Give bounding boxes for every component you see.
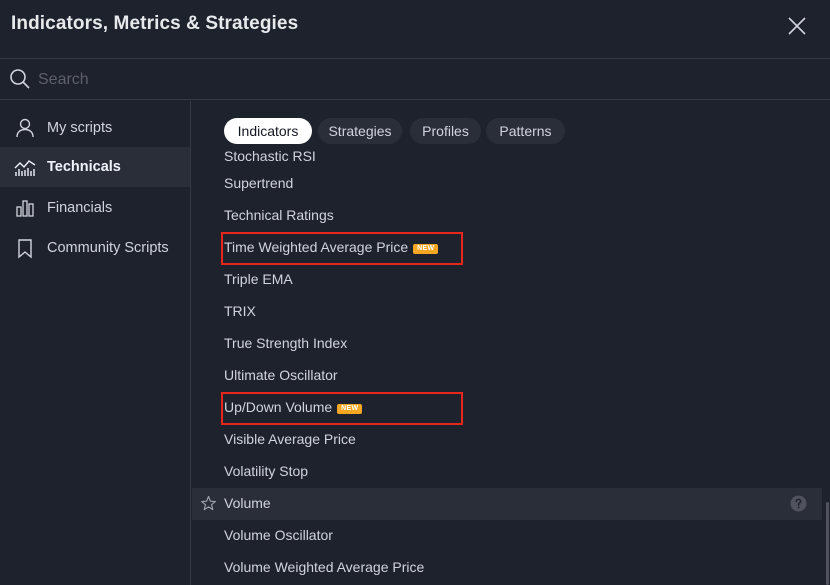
tab-strategies[interactable]: Strategies (318, 118, 402, 144)
user-icon (16, 118, 34, 138)
list-item-visible-average-price[interactable]: Visible Average Price (192, 424, 822, 456)
category-tabs: Indicators Strategies Profiles Patterns (192, 101, 830, 149)
sidebar: My scripts Technicals Financials Communi… (0, 101, 191, 585)
list-item-label: Technical Ratings (224, 207, 334, 223)
list-item-ultimate-oscillator[interactable]: Ultimate Oscillator (192, 360, 822, 392)
sidebar-item-my-scripts[interactable]: My scripts (0, 108, 190, 148)
list-item-name: Time Weighted Average Price (224, 239, 409, 255)
list-item-label: Ultimate Oscillator (224, 367, 338, 383)
new-badge: NEW (413, 244, 439, 254)
list-item-trix[interactable]: TRIX (192, 296, 822, 328)
list-item-time-weighted-average-price[interactable]: Time Weighted Average Price NEW (192, 232, 822, 264)
search-input[interactable] (38, 68, 798, 92)
tab-indicators[interactable]: Indicators (224, 118, 312, 144)
list-item-supertrend[interactable]: Supertrend (192, 168, 822, 200)
list-item-label: Volume Weighted Average Price (224, 559, 425, 575)
tab-patterns[interactable]: Patterns (486, 118, 565, 144)
list-item-label: True Strength Index (224, 335, 348, 351)
search-icon (10, 69, 30, 89)
list-item-volume-oscillator[interactable]: Volume Oscillator (192, 520, 822, 552)
list-item-label: Volatility Stop (224, 463, 309, 479)
list-item-up-down-volume[interactable]: Up/Down Volume NEW (192, 392, 822, 424)
star-icon[interactable] (200, 495, 217, 512)
list-item-label: TRIX (224, 303, 256, 319)
sidebar-item-label: Financials (47, 200, 113, 216)
dialog-title: Indicators, Metrics & Strategies (11, 13, 299, 34)
sidebar-item-community-scripts[interactable]: Community Scripts (0, 228, 190, 268)
sidebar-item-financials[interactable]: Financials (0, 188, 190, 228)
list-item-triple-ema[interactable]: Triple EMA (192, 264, 822, 296)
list-item-label: Up/Down Volume NEW (224, 399, 363, 415)
scrollbar[interactable] (826, 502, 829, 585)
sidebar-item-label: My scripts (47, 120, 113, 136)
list-item-volume-weighted-average-price[interactable]: Volume Weighted Average Price (192, 552, 822, 584)
list-item-technical-ratings[interactable]: Technical Ratings (192, 200, 822, 232)
list-item-label: Stochastic RSI (224, 148, 316, 164)
bar-chart-icon (16, 200, 34, 217)
chart-icon (14, 160, 36, 176)
list-item-volatility-stop[interactable]: Volatility Stop (192, 456, 822, 488)
help-icon[interactable] (790, 495, 807, 512)
tab-profiles[interactable]: Profiles (410, 118, 481, 144)
dialog-header: Indicators, Metrics & Strategies (0, 0, 830, 59)
search-bar (0, 60, 830, 100)
list-item-label: Triple EMA (224, 271, 293, 287)
list-item-true-strength-index[interactable]: True Strength Index (192, 328, 822, 360)
list-item-name: Up/Down Volume (224, 399, 333, 415)
list-item-label: Time Weighted Average Price NEW (224, 239, 439, 255)
sidebar-item-label: Community Scripts (47, 240, 169, 256)
list-item-label: Supertrend (224, 175, 294, 191)
sidebar-item-label: Technicals (47, 159, 121, 175)
close-icon[interactable] (786, 15, 808, 37)
script-list-panel: Stochastic RSI Supertrend Technical Rati… (192, 101, 830, 585)
list-item-volume[interactable]: Volume (192, 488, 822, 520)
list-item-label: Volume (224, 495, 271, 511)
list-item-label: Visible Average Price (224, 431, 356, 447)
list-item-label: Volume Oscillator (224, 527, 333, 543)
new-badge: NEW (337, 404, 363, 414)
bookmark-icon (18, 239, 32, 259)
sidebar-item-technicals[interactable]: Technicals (0, 147, 190, 187)
